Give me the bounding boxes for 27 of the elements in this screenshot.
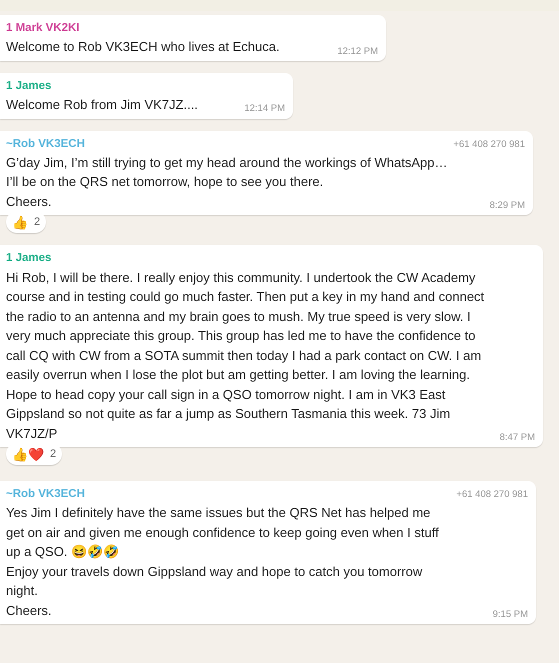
message-text: G’day Jim, I’m still trying to get my head around the workings of WhatsApp… <box>6 154 448 172</box>
message-time: 8:47 PM <box>500 430 535 445</box>
message-text: Yes Jim I definitely have the same issues but the QRS Net has helped me get on air and given me enough confidence to keep going even when I stuff up a QSO. 😆🤣🤣 <box>6 504 440 562</box>
message-text: Hi Rob, I will be there. I really enjoy this community. I undertook the CW Academy course and in testing could go much faster. Then put a key in my hand and connect the radio to an antenna and my brain goes to mush. My true speed is very slow. I very much appreciate this group. This group has led me to have the confidence to call CQ with CW from a SOTA summit then today I had a park contact on CW. I am easily overrun when I lose the plot but am getting better. I am loving the learning. Hope to head copy your call sign in a QSO tomorrow night. I am in VK3 East Gippsland so not quite as far a jump as Southern Tasmania this week. 73 Jim VK7JZ/P <box>6 268 486 442</box>
sender-name[interactable]: 1 James <box>6 250 52 268</box>
message-text: I’ll be on the QRS net tomorrow, hope to see you there. <box>6 173 324 192</box>
message-text: Welcome to Rob VK3ECH who lives at Echuca. <box>6 38 280 56</box>
message-text: Welcome Rob from Jim VK7JZ.... <box>6 96 198 114</box>
reaction-emoji: 👍❤ <box>12 448 44 460</box>
message-time: 9:15 PM <box>492 608 528 622</box>
reaction-emoji: 👍 <box>12 216 28 229</box>
reaction-count: 2 <box>34 215 40 230</box>
phone-number: +61 408 270 981 <box>453 138 525 152</box>
phone-number: +61 408 270 981 <box>456 488 528 502</box>
message-text: Cheers. <box>6 192 53 211</box>
sender-name[interactable]: 1 James <box>6 78 52 95</box>
message-text: Enjoy your travels down Gippsland way and hope to catch you tomorrow night. <box>6 562 424 600</box>
sender-name[interactable]: 1 Mark VK2KI <box>6 20 80 38</box>
message-text: Cheers. <box>6 602 53 620</box>
message-time: 12:14 PM <box>244 102 285 116</box>
reaction-count: 2 <box>50 446 56 462</box>
message-time: 12:12 PM <box>337 44 378 58</box>
sender-name[interactable]: ~Rob VK3ECH <box>6 136 85 153</box>
reaction-pill[interactable]: 👍 2 <box>6 211 46 234</box>
reaction-pill[interactable]: 👍❤ 2 <box>6 443 62 465</box>
message-time: 8:29 PM <box>490 199 525 213</box>
sender-name[interactable]: ~Rob VK3ECH <box>6 486 85 504</box>
